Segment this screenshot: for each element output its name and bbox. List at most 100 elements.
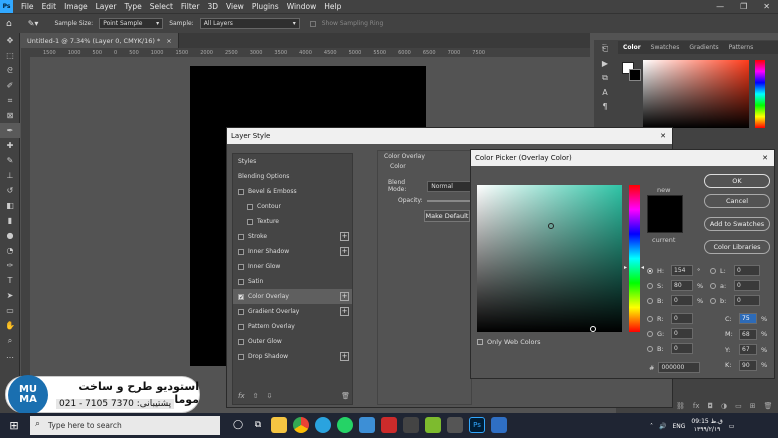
chrome-icon[interactable] xyxy=(293,417,309,433)
black-input[interactable]: 90 xyxy=(739,359,757,371)
style-item-texture[interactable]: Texture xyxy=(233,214,352,229)
marquee-tool-icon[interactable]: ⬚ xyxy=(0,48,20,63)
checkbox[interactable] xyxy=(238,248,244,255)
frame-tool-icon[interactable]: ⊠ xyxy=(0,108,20,123)
recorder-icon[interactable] xyxy=(381,417,397,433)
cyan-input[interactable]: 75 xyxy=(739,313,757,325)
checkbox-checked[interactable]: ✓ xyxy=(238,293,244,300)
eyedropper-tool-icon[interactable]: ✒ xyxy=(0,123,20,138)
ok-button[interactable]: OK xyxy=(704,174,770,188)
style-item-outer-glow[interactable]: Outer Glow xyxy=(233,334,352,349)
yellow-input[interactable]: 67 xyxy=(739,344,757,356)
color-panel-field[interactable] xyxy=(643,60,749,128)
trash-icon[interactable]: 🗑 xyxy=(341,392,350,400)
chevron-up-icon[interactable]: ˄ xyxy=(650,423,653,430)
add-icon[interactable]: + xyxy=(340,352,349,361)
healing-tool-icon[interactable]: ✚ xyxy=(0,138,20,153)
l-input[interactable]: 0 xyxy=(734,265,760,276)
dodge-tool-icon[interactable]: ◔ xyxy=(0,243,20,258)
trash-icon[interactable]: 🗑 xyxy=(764,402,773,412)
checkbox[interactable] xyxy=(238,308,244,315)
calculator-icon[interactable] xyxy=(447,417,463,433)
add-to-swatches-button[interactable]: Add to Swatches xyxy=(704,217,770,231)
blur-tool-icon[interactable]: ● xyxy=(0,228,20,243)
add-icon[interactable]: + xyxy=(340,307,349,316)
add-icon[interactable]: + xyxy=(340,247,349,256)
add-icon[interactable]: + xyxy=(340,292,349,301)
tab-swatches[interactable]: Swatches xyxy=(646,44,685,51)
close-button[interactable]: ✕ xyxy=(763,2,770,11)
hue-slider-arrow-left[interactable]: ▸ xyxy=(624,264,627,271)
inkscape-icon[interactable] xyxy=(403,417,419,433)
close-icon[interactable]: ✕ xyxy=(660,132,666,140)
style-item-stroke[interactable]: Stroke + xyxy=(233,229,352,244)
move-up-icon[interactable]: ⇧ xyxy=(253,392,259,400)
notification-icon[interactable]: ▭ xyxy=(729,423,735,430)
menu-view[interactable]: View xyxy=(222,2,248,11)
tab-gradients[interactable]: Gradients xyxy=(684,44,723,51)
saturation-input[interactable]: 80 xyxy=(671,280,693,291)
fx-icon[interactable]: fx xyxy=(238,392,245,400)
camtasia-icon[interactable] xyxy=(425,417,441,433)
more-tools-icon[interactable]: … xyxy=(0,348,20,363)
style-item-blending-options[interactable]: Blending Options xyxy=(233,169,352,184)
tab-patterns[interactable]: Patterns xyxy=(724,44,759,51)
volume-icon[interactable]: 🔊 xyxy=(659,423,666,430)
close-icon[interactable]: ✕ xyxy=(762,154,768,162)
style-item-color-overlay[interactable]: ✓ Color Overlay + xyxy=(233,289,352,304)
opacity-slider[interactable] xyxy=(426,199,471,202)
background-swatch[interactable] xyxy=(629,69,641,81)
style-item-satin[interactable]: Satin xyxy=(233,274,352,289)
style-item-pattern-overlay[interactable]: Pattern Overlay xyxy=(233,319,352,334)
checkbox[interactable] xyxy=(238,353,244,360)
hue-input[interactable]: 154 xyxy=(671,265,693,276)
mask-icon[interactable]: ◘ xyxy=(708,402,714,412)
red-input[interactable]: 0 xyxy=(671,313,693,324)
magenta-input[interactable]: 68 xyxy=(739,328,757,340)
eyedropper-icon[interactable]: ✎▾ xyxy=(28,19,39,28)
eraser-tool-icon[interactable]: ◧ xyxy=(0,198,20,213)
language-indicator[interactable]: ENG xyxy=(672,423,685,430)
move-tool-icon[interactable]: ✥ xyxy=(0,33,20,48)
radio-b[interactable] xyxy=(710,297,716,304)
link-icon[interactable]: ⛓ xyxy=(676,402,685,412)
radio-blue[interactable] xyxy=(647,345,653,352)
menu-edit[interactable]: Edit xyxy=(38,2,61,11)
style-item-gradient-overlay[interactable]: Gradient Overlay + xyxy=(233,304,352,319)
style-item-drop-shadow[interactable]: Drop Shadow + xyxy=(233,349,352,364)
widgets-icon[interactable]: ⧉ xyxy=(248,420,268,430)
checkbox[interactable] xyxy=(238,323,244,330)
radio-saturation[interactable] xyxy=(647,282,653,289)
only-web-colors-checkbox[interactable] xyxy=(477,339,483,345)
menu-image[interactable]: Image xyxy=(60,2,92,11)
windows-start-icon[interactable]: ⊞ xyxy=(0,419,28,432)
menu-type[interactable]: Type xyxy=(121,2,146,11)
fx-icon[interactable]: fx xyxy=(693,402,700,412)
file-explorer-icon[interactable] xyxy=(271,417,287,433)
radio-lightness[interactable] xyxy=(710,267,716,274)
menu-help[interactable]: Help xyxy=(320,2,345,11)
blend-mode-select[interactable]: Normal xyxy=(427,180,471,192)
new-layer-icon[interactable]: ⊞ xyxy=(750,402,756,412)
pen-tool-icon[interactable]: ✑ xyxy=(0,258,20,273)
a-input[interactable]: 0 xyxy=(734,280,760,291)
b-input[interactable]: 0 xyxy=(734,295,760,306)
green-input[interactable]: 0 xyxy=(671,328,693,339)
style-item-styles[interactable]: Styles xyxy=(233,154,352,169)
make-default-button[interactable]: Make Default xyxy=(424,210,470,222)
menu-window[interactable]: Window xyxy=(283,2,321,11)
sample-select[interactable]: All Layers ▾ xyxy=(199,18,300,29)
menu-3d[interactable]: 3D xyxy=(203,2,222,11)
blue-input[interactable]: 0 xyxy=(671,343,693,354)
hue-slider[interactable] xyxy=(629,185,640,332)
lasso-tool-icon[interactable]: ᘓ xyxy=(0,63,20,78)
photos-icon[interactable] xyxy=(491,417,507,433)
properties-panel-icon[interactable]: ⧉ xyxy=(602,73,608,83)
menu-select[interactable]: Select xyxy=(146,2,177,11)
style-item-contour[interactable]: Contour xyxy=(233,199,352,214)
style-item-inner-shadow[interactable]: Inner Shadow + xyxy=(233,244,352,259)
radio-hue[interactable] xyxy=(647,267,653,274)
close-icon[interactable]: × xyxy=(166,37,171,45)
clock[interactable]: 09:15 ق.ظ ۱۳۹۹/۲/۱۹ xyxy=(691,418,722,434)
paragraph-panel-icon[interactable]: ¶ xyxy=(602,102,607,111)
